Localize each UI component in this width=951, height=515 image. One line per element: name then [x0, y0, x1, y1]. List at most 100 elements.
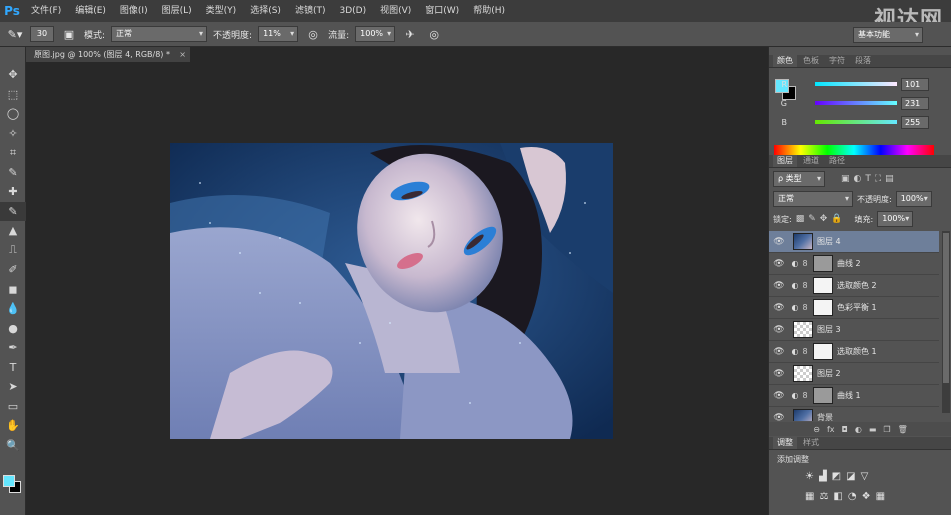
visibility-eye-icon[interactable]: 👁	[769, 237, 789, 247]
pressure-opacity-icon[interactable]: ◎	[304, 25, 322, 43]
menu-type[interactable]: 类型(Y)	[199, 0, 244, 22]
menu-file[interactable]: 文件(F)	[24, 0, 68, 22]
quick-select-tool-icon[interactable]: ✧	[0, 124, 26, 144]
opacity-input[interactable]: 11%	[258, 26, 299, 42]
layers-scroll-thumb[interactable]	[943, 233, 949, 383]
tab-paragraph[interactable]: 段落	[851, 55, 875, 67]
move-tool-icon[interactable]: ✥	[0, 65, 26, 85]
crop-tool-icon[interactable]: ⌗	[0, 143, 26, 163]
type-tool-icon[interactable]: T	[0, 358, 26, 378]
tab-paths[interactable]: 路径	[825, 155, 849, 167]
new-layer-icon[interactable]: ❐	[883, 425, 890, 434]
layer-opacity-input[interactable]: 100%	[895, 191, 932, 207]
visibility-eye-icon[interactable]: 👁	[769, 347, 789, 357]
adjustment-icon[interactable]: ◐	[855, 425, 862, 434]
layer-thumbnail[interactable]	[813, 299, 833, 316]
levels-icon[interactable]: ▟	[819, 471, 827, 482]
mode-dropdown[interactable]: 正常	[111, 26, 208, 42]
eyedropper-tool-icon[interactable]: ✎	[0, 163, 26, 183]
tab-styles[interactable]: 样式	[799, 437, 823, 449]
layer-filter-icons[interactable]: ▣◐T⛶▤	[841, 174, 898, 184]
visibility-eye-icon[interactable]: 👁	[769, 303, 789, 313]
layer-row[interactable]: 👁 图层 4	[769, 231, 939, 253]
hand-tool-icon[interactable]: ✋	[0, 416, 26, 436]
lasso-tool-icon[interactable]: ◯	[0, 104, 26, 124]
document-tab[interactable]: 原图.jpg @ 100% (图层 4, RGB/8) * ×	[26, 47, 190, 62]
path-select-tool-icon[interactable]: ➤	[0, 377, 26, 397]
tab-swatches[interactable]: 色板	[799, 55, 823, 67]
layer-row[interactable]: 👁 ◐ 8 曲线 1	[769, 385, 939, 407]
visibility-eye-icon[interactable]: 👁	[769, 391, 789, 401]
visibility-eye-icon[interactable]: 👁	[769, 369, 789, 379]
folder-icon[interactable]: ▬	[869, 425, 877, 434]
layer-row[interactable]: 👁 ◐ 8 选取颜色 1	[769, 341, 939, 363]
layer-thumbnail[interactable]	[793, 321, 813, 338]
gradient-tool-icon[interactable]: ◼	[0, 280, 26, 300]
menu-filter[interactable]: 滤镜(T)	[288, 0, 333, 22]
layer-row[interactable]: 👁 图层 3	[769, 319, 939, 341]
layer-thumbnail[interactable]	[793, 365, 813, 382]
tab-character[interactable]: 字符	[825, 55, 849, 67]
airbrush-icon[interactable]: ✈	[401, 25, 419, 43]
mask-link-icon[interactable]: 8	[801, 259, 809, 268]
curves-icon[interactable]: ◩	[832, 471, 841, 482]
healing-tool-icon[interactable]: ✚	[0, 182, 26, 202]
pen-tool-icon[interactable]: ✒	[0, 338, 26, 358]
workspace-dropdown[interactable]: 基本功能	[853, 27, 923, 43]
menu-select[interactable]: 选择(S)	[243, 0, 288, 22]
brush-tool-icon[interactable]: ✎▾	[6, 25, 24, 43]
layer-row[interactable]: 👁 图层 2	[769, 363, 939, 385]
visibility-eye-icon[interactable]: 👁	[769, 325, 789, 335]
menu-edit[interactable]: 编辑(E)	[68, 0, 113, 22]
layer-thumbnail[interactable]	[813, 387, 833, 404]
history-brush-tool-icon[interactable]: ⎍	[0, 241, 26, 261]
document-image[interactable]	[170, 143, 613, 439]
pressure-size-icon[interactable]: ◎	[425, 25, 443, 43]
brightness-icon[interactable]: ☀	[805, 471, 814, 482]
menu-help[interactable]: 帮助(H)	[466, 0, 512, 22]
tab-layers[interactable]: 图层	[773, 155, 797, 167]
tab-color[interactable]: 颜色	[773, 55, 797, 67]
tab-adjustments[interactable]: 调整	[773, 437, 797, 449]
flow-input[interactable]: 100%	[355, 26, 396, 42]
visibility-eye-icon[interactable]: 👁	[769, 281, 789, 291]
exposure-icon[interactable]: ◪	[846, 471, 855, 482]
red-value-input[interactable]: 101	[901, 77, 929, 91]
lock-icons[interactable]: ▩✎✥🔒	[796, 214, 847, 224]
menu-image[interactable]: 图像(I)	[113, 0, 155, 22]
zoom-tool-icon[interactable]: 🔍	[0, 436, 26, 456]
menu-view[interactable]: 视图(V)	[373, 0, 418, 22]
blend-mode-dropdown[interactable]: 正常	[773, 191, 853, 207]
layer-row[interactable]: 👁 ◐ 8 色彩平衡 1	[769, 297, 939, 319]
foreground-color-swatch[interactable]	[3, 475, 15, 487]
color-lookup-icon[interactable]: ▦	[876, 491, 885, 502]
mask-link-icon[interactable]: 8	[801, 281, 809, 290]
mask-link-icon[interactable]: 8	[801, 391, 809, 400]
tab-channels[interactable]: 通道	[799, 155, 823, 167]
close-icon[interactable]: ×	[179, 47, 186, 62]
layer-thumbnail[interactable]	[793, 233, 813, 250]
fx-icon[interactable]: fx	[827, 425, 835, 434]
blue-value-input[interactable]: 255	[901, 115, 929, 129]
channel-mixer-icon[interactable]: ❖	[862, 491, 871, 502]
layer-row[interactable]: 👁 ◐ 8 选取颜色 2	[769, 275, 939, 297]
visibility-eye-icon[interactable]: 👁	[769, 259, 789, 269]
menu-3d[interactable]: 3D(D)	[332, 0, 373, 22]
layers-scrollbar[interactable]	[942, 231, 950, 413]
layer-row[interactable]: 👁 背景	[769, 407, 939, 421]
stamp-tool-icon[interactable]: ▲	[0, 221, 26, 241]
brush-size-picker[interactable]: 30	[30, 26, 54, 42]
hue-saturation-icon[interactable]: ▦	[805, 491, 814, 502]
black-white-icon[interactable]: ◧	[833, 491, 842, 502]
red-slider[interactable]	[815, 82, 897, 86]
green-slider[interactable]	[815, 101, 897, 105]
menu-layer[interactable]: 图层(L)	[155, 0, 199, 22]
fill-input[interactable]: 100%	[877, 211, 914, 227]
layer-filter-dropdown[interactable]: ρ 类型	[773, 171, 825, 187]
link-icon[interactable]: ⊖	[813, 425, 820, 434]
mask-link-icon[interactable]: 8	[801, 347, 809, 356]
photo-filter-icon[interactable]: ◔	[848, 491, 857, 502]
mask-icon[interactable]: ◘	[842, 425, 848, 434]
color-spectrum-ramp[interactable]	[774, 145, 934, 155]
mask-link-icon[interactable]: 8	[801, 303, 809, 312]
